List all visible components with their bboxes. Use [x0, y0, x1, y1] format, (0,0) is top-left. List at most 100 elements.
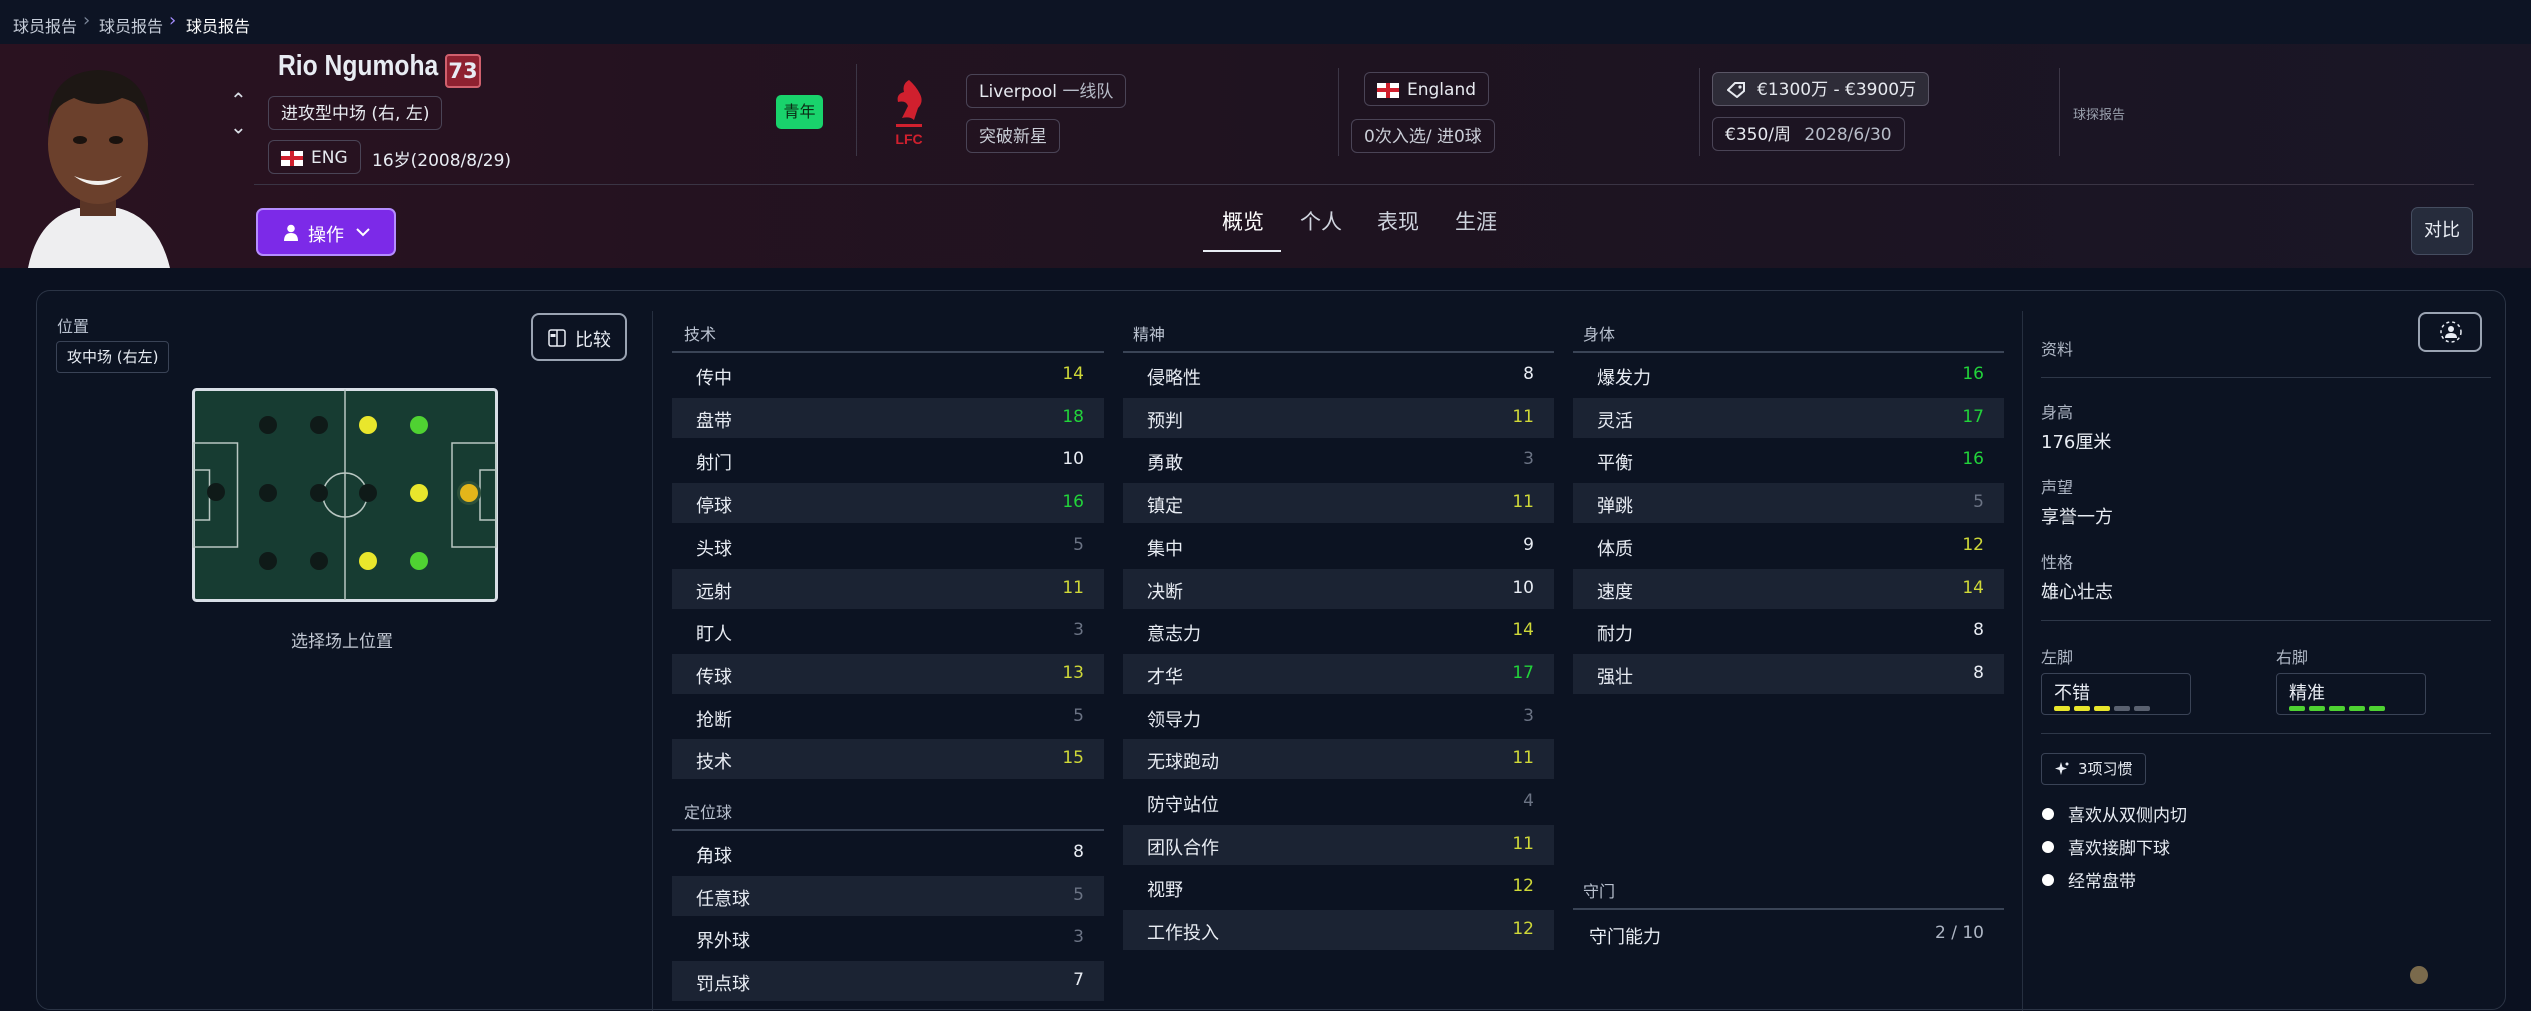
attribute-row: 弹跳 5: [1573, 483, 2004, 524]
attribute-row: 集中 9: [1123, 526, 1554, 566]
england-flag-icon: [1377, 82, 1399, 98]
attribute-value: 11: [1512, 748, 1534, 769]
attribute-value: 3: [1073, 620, 1084, 641]
attribute-label: 速度: [1597, 581, 1633, 603]
foot-level-bar: [2369, 706, 2385, 711]
breadcrumb-chevron-icon: ›: [83, 10, 91, 31]
attribute-value: 10: [1512, 577, 1534, 598]
tab-performance[interactable]: 表现: [1377, 206, 1419, 236]
attribute-label: 强壮: [1597, 666, 1633, 688]
next-player-chevron-down-icon[interactable]: ⌃: [230, 114, 247, 138]
breadcrumb-current: 球员报告: [186, 17, 251, 36]
foot-level-bar: [2094, 706, 2110, 711]
divider: [2041, 377, 2491, 378]
position-dot[interactable]: [259, 416, 277, 434]
personality-label: 性格: [2041, 553, 2074, 572]
attribute-label: 角球: [696, 846, 732, 867]
attribute-value: 5: [1073, 534, 1084, 555]
foot-level-bar: [2349, 706, 2365, 711]
attribute-label: 才华: [1147, 666, 1183, 688]
attribute-value: 14: [1962, 577, 1984, 598]
position-dot[interactable]: [359, 484, 377, 502]
current-position-chip: 攻中场 (右左): [56, 341, 170, 373]
attribute-label: 爆发力: [1597, 368, 1651, 389]
compare-position-button[interactable]: 比较: [531, 313, 627, 361]
position-dot[interactable]: [410, 416, 428, 434]
position-dot[interactable]: [310, 484, 328, 502]
habit-bullet-icon: [2042, 874, 2054, 886]
attribute-value: 16: [1962, 364, 1984, 384]
habit-bullet-icon: [2042, 808, 2054, 820]
attribute-label: 传球: [696, 666, 732, 688]
tab-personal[interactable]: 个人: [1300, 206, 1342, 236]
tab-overview[interactable]: 概览: [1222, 206, 1264, 236]
position-dot[interactable]: [259, 552, 277, 570]
action-menu-button[interactable]: 操作: [256, 208, 396, 256]
position-dot[interactable]: [359, 416, 377, 434]
reputation-label: 声望: [2041, 478, 2074, 497]
player-rating-badge: 73: [445, 54, 481, 88]
position-dot[interactable]: [310, 416, 328, 434]
pitch-position-dots: [192, 388, 498, 602]
attribute-row: 传中 14: [672, 355, 1104, 395]
attribute-row: 盯人 3: [672, 611, 1104, 651]
attribute-value: 14: [1512, 620, 1534, 641]
profile-settings-button[interactable]: [2418, 312, 2482, 352]
breadcrumb-item[interactable]: 球员报告: [99, 13, 163, 37]
right-foot-label: 右脚: [2276, 648, 2309, 667]
position-dot[interactable]: [310, 552, 328, 570]
attribute-value: 14: [1062, 364, 1084, 384]
svg-text:LFC: LFC: [895, 131, 922, 147]
tab-career[interactable]: 生涯: [1455, 206, 1497, 236]
action-label: 操作: [308, 225, 344, 246]
attribute-row: 工作投入 12: [1123, 910, 1554, 951]
attribute-row: 爆发力 16: [1573, 355, 2004, 395]
person-icon: [284, 224, 298, 241]
attribute-label: 停球: [696, 496, 732, 518]
attribute-label: 预判: [1147, 410, 1183, 432]
attribute-label: 镇定: [1147, 496, 1183, 518]
attribute-value: 16: [1062, 492, 1084, 513]
physical-title: 身体: [1583, 325, 1616, 344]
attribute-row: 视野 12: [1123, 867, 1554, 907]
attribute-value: 8: [1973, 620, 1984, 641]
attribute-value: 12: [1962, 534, 1984, 555]
mental-title: 精神: [1133, 325, 1166, 344]
position-dot[interactable]: [410, 552, 428, 570]
previous-player-chevron-up-icon[interactable]: ⌃: [230, 88, 247, 112]
scout-report-label[interactable]: 球探报告: [2073, 104, 2125, 123]
attribute-row: 防守站位 4: [1123, 782, 1554, 822]
attribute-value: 18: [1062, 406, 1084, 427]
foot-level-bar: [2054, 706, 2070, 711]
attribute-label: 侵略性: [1147, 368, 1201, 389]
attribute-value: 5: [1073, 884, 1084, 905]
position-dot[interactable]: [359, 552, 377, 570]
transfer-value: €1300万 - €3900万: [1757, 80, 1917, 100]
attribute-label: 团队合作: [1147, 837, 1219, 859]
club-pill[interactable]: Liverpool 一线队: [966, 74, 1127, 108]
attribute-row: 任意球 5: [672, 875, 1104, 916]
foot-level-bar: [2329, 706, 2345, 711]
position-dot[interactable]: [410, 484, 428, 502]
position-dot[interactable]: [460, 484, 478, 502]
attribute-row: 灵活 17: [1573, 397, 2004, 438]
squad-name: 一线队: [1062, 82, 1114, 102]
header-divider: [254, 184, 2474, 185]
habits-chip[interactable]: 3项习惯: [2041, 753, 2146, 785]
attribute-row: 角球 8: [672, 833, 1104, 873]
nationality-pill[interactable]: England: [1364, 72, 1490, 106]
attribute-value: 11: [1062, 577, 1084, 598]
attribute-row: 技术 15: [672, 739, 1104, 780]
attribute-value: 15: [1062, 748, 1084, 769]
attribute-label: 罚点球: [696, 974, 750, 996]
position-dot[interactable]: [259, 484, 277, 502]
attribute-row: 罚点球 7: [672, 961, 1104, 1002]
select-position-hint: 选择场上位置: [291, 632, 393, 652]
compare-icon: [548, 329, 566, 347]
attribute-value: 12: [1512, 876, 1534, 897]
compare-button[interactable]: 对比: [2411, 207, 2473, 255]
divider: [856, 64, 857, 156]
breadcrumb-item[interactable]: 球员报告: [13, 13, 77, 37]
attribute-label: 勇敢: [1147, 453, 1183, 475]
position-dot[interactable]: [207, 483, 225, 501]
